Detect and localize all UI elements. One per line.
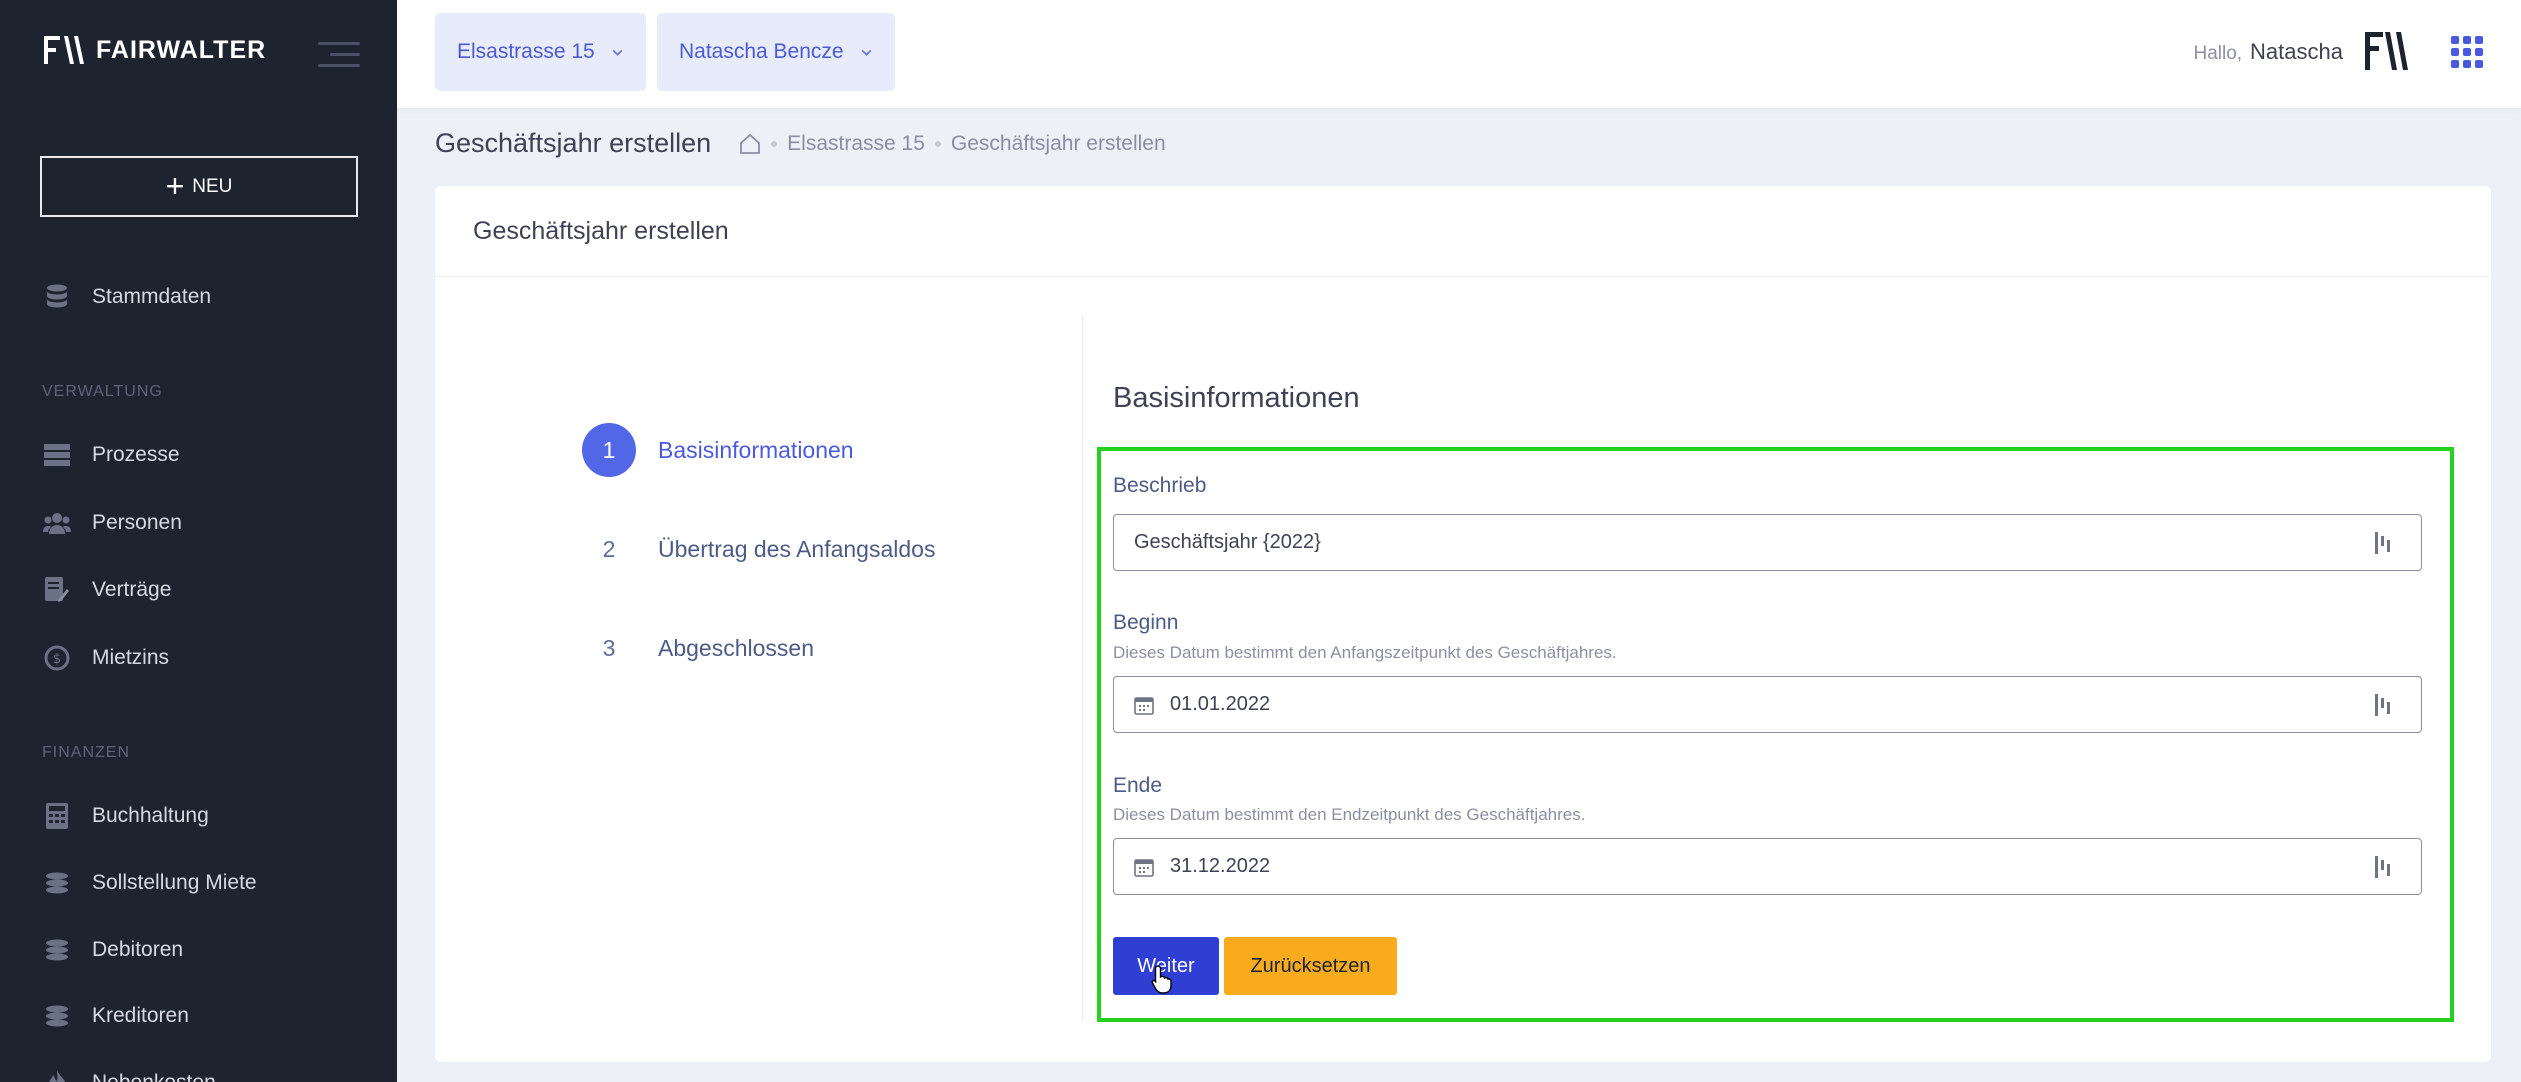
new-button-label: NEU xyxy=(192,175,233,197)
wizard-card: Geschäftsjahr erstellen 1 Basisinformati… xyxy=(435,186,2491,1062)
sidebar-item-kreditoren[interactable]: Kreditoren xyxy=(42,1001,189,1031)
calendar-icon xyxy=(1134,858,1154,877)
beginn-value: 01.01.2022 xyxy=(1170,693,1271,715)
fairwalter-logo-icon xyxy=(44,36,84,64)
step-2[interactable]: 2 Übertrag des Anfangsaldos xyxy=(582,522,936,576)
home-icon[interactable] xyxy=(739,133,761,155)
chevron-down-icon xyxy=(861,49,872,56)
sidebar-item-label: Kreditoren xyxy=(92,1004,189,1027)
sidebar-item-label: Nebenkosten xyxy=(92,1071,216,1082)
sidebar-item-label: Prozesse xyxy=(92,443,180,466)
sidebar: FAIRWALTER + NEU Stammdaten VERWALTUNG P… xyxy=(0,0,397,1082)
sidebar-item-sollstellung-miete[interactable]: Sollstellung Miete xyxy=(42,868,257,898)
step-number: 2 xyxy=(602,535,616,562)
step-1[interactable]: 1 Basisinformationen xyxy=(582,423,854,477)
step-3[interactable]: 3 Abgeschlossen xyxy=(582,621,814,675)
beschrieb-value: Geschäftsjahr {2022} xyxy=(1134,531,1321,553)
apps-grid-icon[interactable] xyxy=(2451,36,2483,68)
top-header: Elsastrasse 15 Natascha Bencze Hallo, Nat… xyxy=(397,0,2521,108)
sidebar-item-debitoren[interactable]: Debitoren xyxy=(42,935,183,965)
sidebar-item-mietzins[interactable]: $ Mietzins xyxy=(42,643,169,673)
fire-icon xyxy=(42,1068,72,1082)
step-label: Übertrag des Anfangsaldos xyxy=(658,535,936,562)
reset-button[interactable]: Zurücksetzen xyxy=(1224,937,1397,995)
section-finanzen: FINANZEN xyxy=(42,744,130,761)
sidebar-item-label: Debitoren xyxy=(92,938,184,961)
ende-help: Dieses Datum bestimmt den Endzeitpunkt d… xyxy=(1113,805,1586,824)
coins-icon xyxy=(42,935,72,965)
step-number: 1 xyxy=(582,423,636,477)
users-icon xyxy=(42,508,72,538)
user-greeting[interactable]: Hallo, Natascha xyxy=(2193,39,2343,65)
new-button[interactable]: + NEU xyxy=(40,156,358,217)
sidebar-item-label: Sollstellung Miete xyxy=(92,871,257,894)
beginn-help: Dieses Datum bestimmt den Anfangszeitpun… xyxy=(1113,643,1617,662)
person-dropdown-label: Natascha Bencze xyxy=(679,40,844,63)
beschrieb-label: Beschrieb xyxy=(1113,474,1207,497)
step-number: 3 xyxy=(602,634,616,661)
person-dropdown[interactable]: Natascha Bencze xyxy=(657,13,895,91)
beginn-date-input[interactable]: 01.01.2022 xyxy=(1113,676,2422,733)
variable-adjust-icon[interactable] xyxy=(2373,694,2391,716)
fairwalter-logo-icon xyxy=(2365,32,2408,70)
brand-logo[interactable]: FAIRWALTER xyxy=(44,34,266,66)
ende-label: Ende xyxy=(1113,774,1163,797)
variable-adjust-icon[interactable] xyxy=(2373,856,2391,878)
property-dropdown[interactable]: Elsastrasse 15 xyxy=(435,13,646,91)
rent-icon: $ xyxy=(42,643,72,673)
property-dropdown-label: Elsastrasse 15 xyxy=(457,40,595,63)
breadcrumb-item[interactable]: Geschäftsjahr erstellen xyxy=(951,132,1166,156)
brand-name: FAIRWALTER xyxy=(96,35,267,64)
breadcrumb: Elsastrasse 15 Geschäftsjahr erstellen xyxy=(739,132,1166,156)
coins-icon xyxy=(42,868,72,898)
section-verwaltung: VERWALTUNG xyxy=(42,383,163,400)
sidebar-item-personen[interactable]: Personen xyxy=(42,508,182,538)
subheader: Geschäftsjahr erstellen Elsastrasse 15 G… xyxy=(435,128,1166,159)
user-name: Natascha xyxy=(2250,39,2343,64)
sidebar-item-stammdaten[interactable]: Stammdaten xyxy=(42,282,211,312)
sidebar-item-prozesse[interactable]: Prozesse xyxy=(42,440,180,470)
calendar-icon xyxy=(1134,696,1154,715)
database-icon xyxy=(42,282,72,312)
sidebar-item-label: Stammdaten xyxy=(92,285,212,308)
page-title: Geschäftsjahr erstellen xyxy=(435,128,712,158)
step-label: Basisinformationen xyxy=(658,436,854,463)
card-title: Geschäftsjahr erstellen xyxy=(435,186,2491,277)
sidebar-item-vertraege[interactable]: Verträge xyxy=(42,575,171,605)
sidebar-item-buchhaltung[interactable]: Buchhaltung xyxy=(42,801,209,831)
chevron-down-icon xyxy=(612,49,623,56)
greeting-prefix: Hallo, xyxy=(2193,43,2243,64)
coins-icon xyxy=(42,1001,72,1031)
beginn-label: Beginn xyxy=(1113,611,1179,634)
menu-toggle-icon[interactable] xyxy=(318,40,360,70)
form-section-title: Basisinformationen xyxy=(1113,382,1360,414)
step-label: Abgeschlossen xyxy=(658,634,814,661)
column-divider xyxy=(1082,316,1083,1021)
server-icon xyxy=(42,440,72,470)
sidebar-item-label: Buchhaltung xyxy=(92,804,209,827)
calculator-icon xyxy=(42,801,72,831)
breadcrumb-item[interactable]: Elsastrasse 15 xyxy=(787,132,925,156)
svg-text:$: $ xyxy=(53,652,61,667)
ende-date-input[interactable]: 31.12.2022 xyxy=(1113,838,2422,895)
contract-icon xyxy=(42,575,72,605)
sidebar-item-label: Personen xyxy=(92,511,182,534)
sidebar-item-label: Mietzins xyxy=(92,646,170,669)
mouse-pointer-icon xyxy=(1151,965,1172,994)
sidebar-item-nebenkosten[interactable]: Nebenkosten xyxy=(42,1068,216,1082)
beschrieb-input[interactable]: Geschäftsjahr {2022} xyxy=(1113,514,2422,571)
sidebar-item-label: Verträge xyxy=(92,578,172,601)
user-avatar[interactable] xyxy=(2363,28,2409,79)
variable-adjust-icon[interactable] xyxy=(2373,532,2391,554)
ende-value: 31.12.2022 xyxy=(1170,855,1271,877)
plus-icon: + xyxy=(165,167,185,204)
